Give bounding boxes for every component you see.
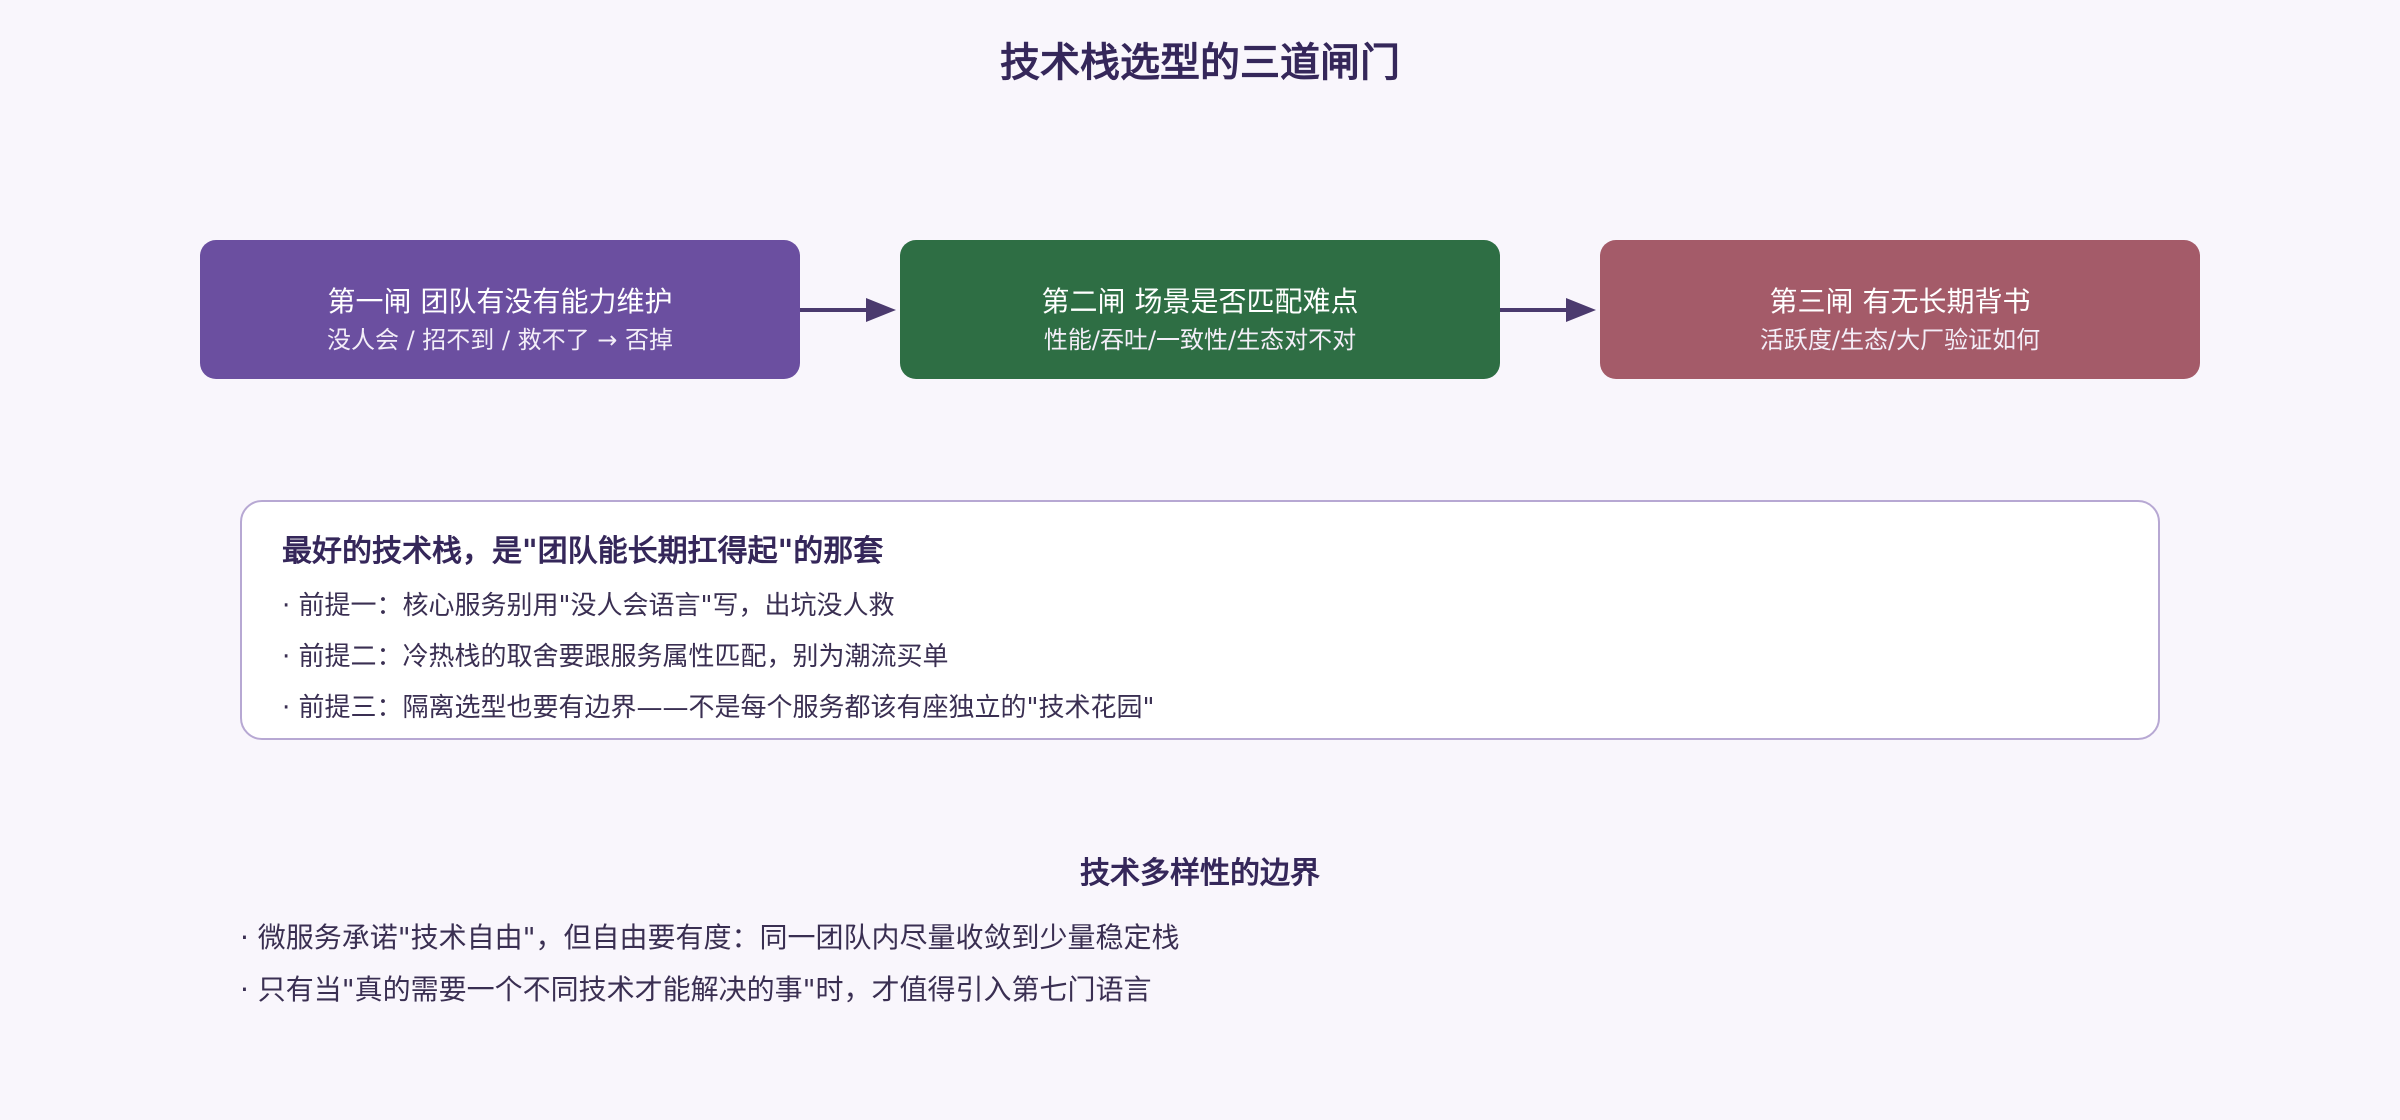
gate-1-subtitle: 没人会 / 招不到 / 救不了 → 否掉 bbox=[326, 326, 674, 354]
principle-item-3: · 前提三：隔离选型也要有边界——不是每个服务都该有座独立的"技术花园" bbox=[282, 693, 1155, 723]
principle-item-1: · 前提一：核心服务别用"没人会语言"写，出坑没人救 bbox=[282, 591, 895, 621]
gate-2-title: 第二闸 场景是否匹配难点 bbox=[1041, 285, 1359, 318]
arrow-gate1-to-gate2 bbox=[800, 298, 896, 322]
diversity-item-1: · 微服务承诺"技术自由"，但自由要有度：同一团队内尽量收敛到少量稳定栈 bbox=[240, 921, 1180, 954]
diversity-item-2: · 只有当"真的需要一个不同技术才能解决的事"时，才值得引入第七门语言 bbox=[240, 973, 1152, 1006]
gate-2-subtitle: 性能/吞吐/一致性/生态对不对 bbox=[1043, 326, 1357, 354]
principle-heading: 最好的技术栈，是"团队能长期扛得起"的那套 bbox=[282, 534, 884, 569]
gate-3-title: 第三闸 有无长期背书 bbox=[1769, 285, 2031, 318]
gate-1-title: 第一闸 团队有没有能力维护 bbox=[327, 285, 673, 318]
diversity-list: · 微服务承诺"技术自由"，但自由要有度：同一团队内尽量收敛到少量稳定栈 · 只… bbox=[240, 920, 2160, 1024]
diversity-heading: 技术多样性的边界 bbox=[1080, 856, 1320, 891]
arrow-gate2-to-gate3 bbox=[1500, 298, 1596, 322]
gate-2-box: 第二闸 场景是否匹配难点 性能/吞吐/一致性/生态对不对 bbox=[900, 240, 1500, 379]
gate-3-box: 第三闸 有无长期背书 活跃度/生态/大厂验证如何 bbox=[1600, 240, 2200, 379]
diagram-title: 技术栈选型的三道闸门 bbox=[1000, 40, 1400, 86]
principle-item-2: · 前提二：冷热栈的取舍要跟服务属性匹配，别为潮流买单 bbox=[282, 642, 949, 672]
gate-3-subtitle: 活跃度/生态/大厂验证如何 bbox=[1759, 326, 2041, 354]
principle-box: 最好的技术栈，是"团队能长期扛得起"的那套 · 前提一：核心服务别用"没人会语言… bbox=[240, 500, 2160, 740]
gate-1-box: 第一闸 团队有没有能力维护 没人会 / 招不到 / 救不了 → 否掉 bbox=[200, 240, 800, 379]
